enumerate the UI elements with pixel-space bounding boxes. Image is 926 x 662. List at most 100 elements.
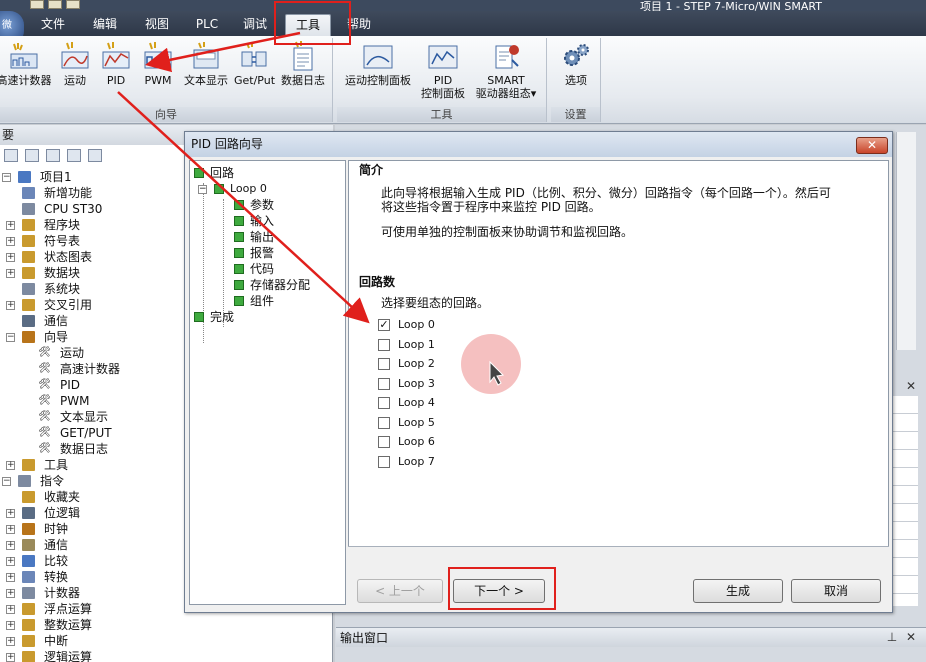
- wizard-nav-label: 组件: [250, 294, 275, 308]
- ribbon: 高速计数器 运动 PID PWM 文本显示 Get/Put 数据日志 向导 运动…: [0, 36, 926, 124]
- loop-option[interactable]: Loop 1: [378, 337, 458, 353]
- tree-expander-icon[interactable]: +: [6, 253, 15, 262]
- tree-expander-icon[interactable]: +: [6, 573, 15, 582]
- tree-item[interactable]: + 中断: [0, 633, 330, 649]
- tree-expander-icon[interactable]: −: [2, 173, 11, 182]
- tree-item[interactable]: + 逻辑运算: [0, 649, 330, 662]
- loop-checkbox[interactable]: [378, 455, 390, 468]
- loop-option[interactable]: Loop 3: [378, 376, 458, 392]
- tree-expander-icon[interactable]: −: [198, 185, 207, 194]
- tree-item-label: 文本显示: [60, 410, 109, 424]
- tree-item-label: 时钟: [44, 522, 69, 536]
- pid-panel-button[interactable]: PID 控制面板: [417, 40, 469, 102]
- tree-tool-icon[interactable]: [67, 149, 81, 162]
- tree-item-label: 指令: [40, 474, 65, 488]
- loop-label: Loop 3: [398, 376, 435, 390]
- tree-expander-icon[interactable]: −: [2, 477, 11, 486]
- menu-file[interactable]: 文件: [36, 14, 70, 36]
- tree-expander-icon[interactable]: +: [6, 637, 15, 646]
- loop-checkbox[interactable]: [378, 416, 390, 429]
- generate-button[interactable]: 生成: [693, 579, 783, 603]
- tree-item-label: 比较: [44, 554, 69, 568]
- menu-debug[interactable]: 调试: [238, 14, 272, 36]
- menu-view[interactable]: 视图: [140, 14, 174, 36]
- pid-wizard-button[interactable]: PID: [98, 40, 134, 102]
- motion-wizard-button[interactable]: 运动: [56, 40, 94, 102]
- save-quick-icon[interactable]: [30, 0, 44, 9]
- intro-line-1: 此向导将根据输入生成 PID（比例、积分、微分）回路指令（每个回路一个）。然后可: [381, 186, 831, 200]
- loop-option[interactable]: Loop 2: [378, 356, 458, 372]
- tree-tool-icon[interactable]: [88, 149, 102, 162]
- datalog-wizard-button[interactable]: 数据日志: [276, 40, 330, 102]
- cancel-button[interactable]: 取消: [791, 579, 881, 603]
- tree-expander-icon[interactable]: +: [6, 653, 15, 662]
- hsc-wizard-label: 高速计数器: [0, 74, 52, 87]
- wizard-group-label: 向导: [0, 107, 332, 122]
- loop-checkbox[interactable]: [378, 377, 390, 390]
- getput-wizard-button[interactable]: Get/Put: [234, 40, 275, 102]
- smart-drive-config-button[interactable]: SMART 驱动器组态▾: [469, 40, 543, 102]
- tree-expander-icon[interactable]: +: [6, 605, 15, 614]
- tree-expander-icon[interactable]: +: [6, 301, 15, 310]
- hsc-wizard-button[interactable]: 高速计数器: [0, 40, 54, 102]
- pwm-wizard-button[interactable]: PWM: [140, 40, 176, 102]
- tree-item-label: 工具: [44, 458, 69, 472]
- dialog-close-button[interactable]: ✕: [856, 137, 888, 154]
- vertical-scrollbar[interactable]: [896, 132, 916, 350]
- pid-wizard-dialog: PID 回路向导 ✕ 回路 − Loop 0 参数 输入 输出 报警 代码 存储器分配 组件 完成 …: [184, 131, 893, 613]
- tree-expander-icon[interactable]: +: [6, 509, 15, 518]
- tree-expander-icon[interactable]: +: [6, 461, 15, 470]
- tree-node-icon: [22, 603, 35, 615]
- menu-edit[interactable]: 编辑: [88, 14, 122, 36]
- tree-expander-icon[interactable]: +: [6, 541, 15, 550]
- tree-expander-icon[interactable]: +: [6, 237, 15, 246]
- redo-quick-icon[interactable]: [66, 0, 80, 9]
- tree-item-label: 计数器: [44, 586, 81, 600]
- close-icon[interactable]: ✕: [905, 380, 917, 392]
- pid-panel-label-2: 控制面板: [421, 87, 465, 100]
- status-ok-icon: [194, 168, 204, 178]
- prev-button[interactable]: < 上一个: [357, 579, 443, 603]
- close-icon[interactable]: ✕: [905, 631, 917, 643]
- loop-checkbox[interactable]: [378, 358, 390, 370]
- loop-option[interactable]: Loop 7: [378, 454, 458, 470]
- tree-expander-icon[interactable]: +: [6, 589, 15, 598]
- pin-icon[interactable]: ⊥: [886, 631, 898, 643]
- tree-expander-icon[interactable]: +: [6, 525, 15, 534]
- status-ok-icon: [234, 280, 244, 290]
- text-display-icon: [193, 42, 219, 69]
- loop-checkbox[interactable]: ✓: [378, 319, 390, 331]
- tree-expander-icon[interactable]: +: [6, 269, 15, 278]
- tree-node-icon: [22, 507, 35, 519]
- tree-tool-icon[interactable]: [25, 149, 39, 162]
- loop-option[interactable]: Loop 6: [378, 434, 458, 450]
- wizard-nav-label: Loop 0: [230, 182, 267, 195]
- smart-drive-label-2: 驱动器组态▾: [475, 87, 537, 100]
- tree-tool-icon[interactable]: [46, 149, 60, 162]
- text-display-wizard-label: 文本显示: [184, 74, 228, 87]
- tree-expander-icon[interactable]: +: [6, 221, 15, 230]
- project-tree-toolbar: [0, 147, 190, 165]
- loop-option[interactable]: ✓ Loop 0: [378, 317, 458, 333]
- loop-checkbox[interactable]: [378, 397, 390, 409]
- loop-checkbox[interactable]: [378, 338, 390, 351]
- loop-option[interactable]: Loop 5: [378, 415, 458, 431]
- tree-expander-icon[interactable]: +: [6, 621, 15, 630]
- tree-item[interactable]: + 整数运算: [0, 617, 330, 633]
- motion-panel-button[interactable]: 运动控制面板: [339, 40, 417, 102]
- loop-label: Loop 2: [398, 357, 435, 370]
- options-button[interactable]: 选项: [555, 40, 597, 102]
- loop-option[interactable]: Loop 4: [378, 395, 458, 411]
- tree-expander-icon[interactable]: +: [6, 557, 15, 566]
- text-display-wizard-button[interactable]: 文本显示: [180, 40, 232, 102]
- tree-expander-icon[interactable]: −: [6, 333, 15, 342]
- tree-item-label: 项目1: [40, 170, 72, 184]
- menu-bar: 微 文件 编辑 视图 PLC 调试 工具 帮助: [0, 11, 926, 45]
- motion-panel-label: 运动控制面板: [345, 74, 411, 87]
- tree-tool-icon[interactable]: [4, 149, 18, 162]
- tree-item-label: 交叉引用: [44, 298, 93, 312]
- undo-quick-icon[interactable]: [48, 0, 62, 9]
- loop-checkbox[interactable]: [378, 436, 390, 448]
- menu-plc[interactable]: PLC: [192, 14, 222, 36]
- settings-group-label: 设置: [551, 107, 600, 122]
